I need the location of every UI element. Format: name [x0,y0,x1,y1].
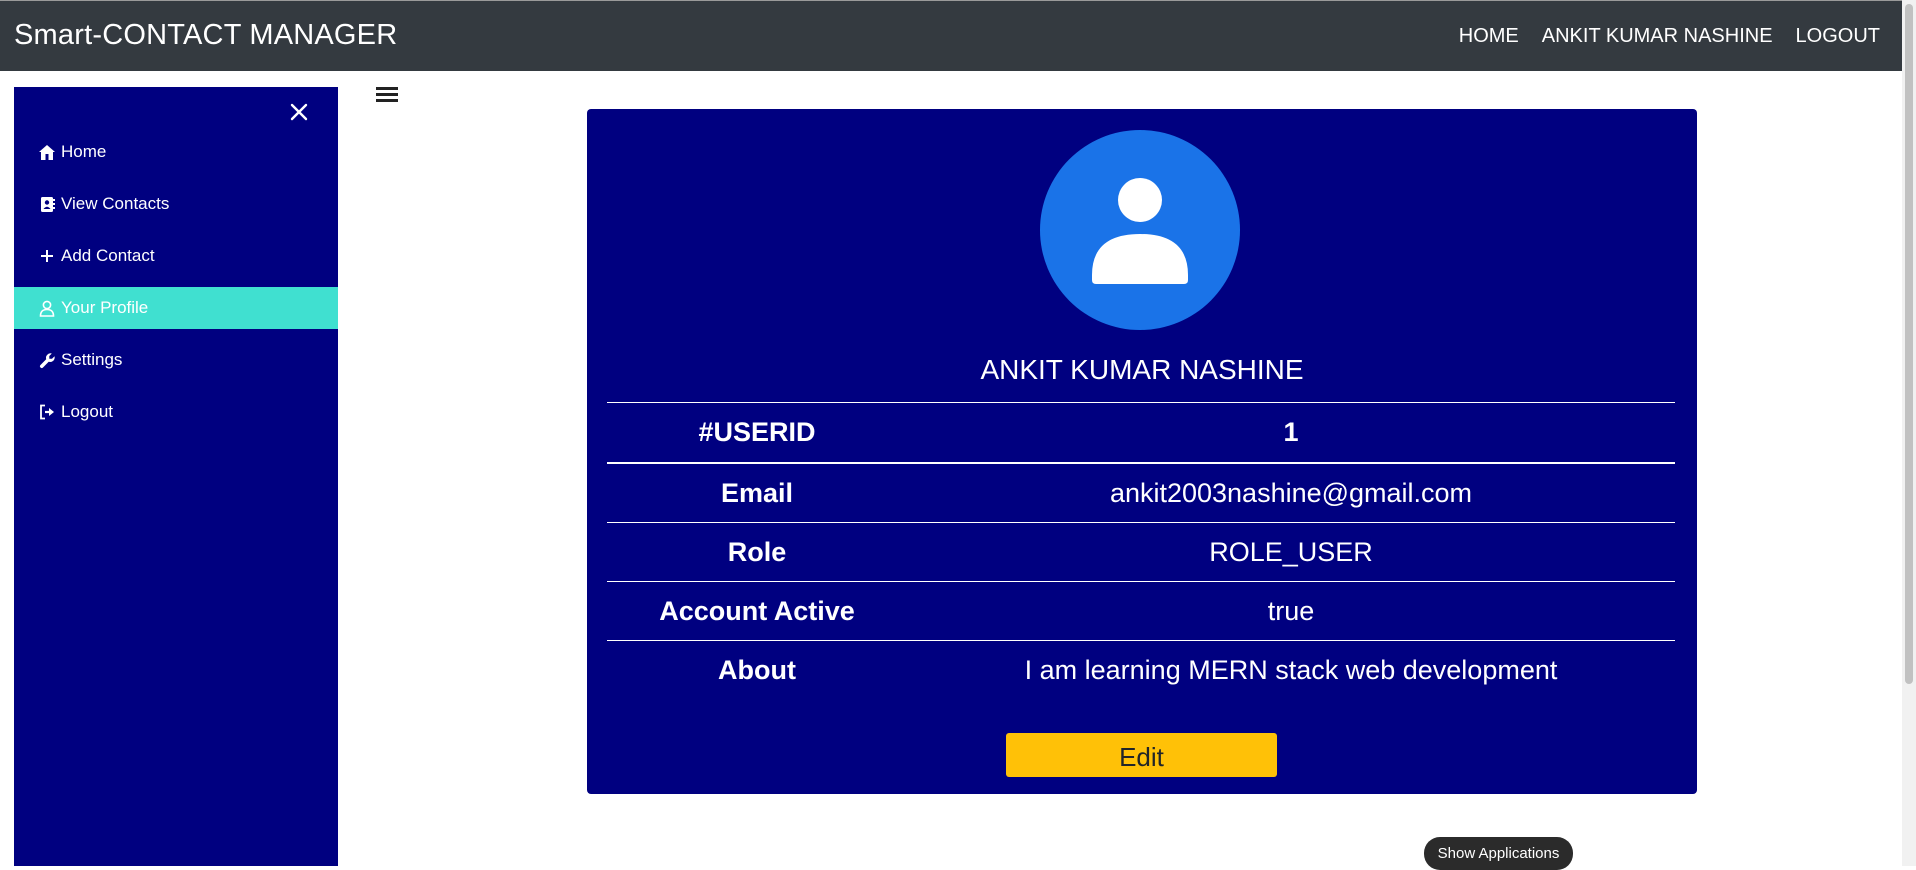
table-row: #USERID 1 [607,402,1675,464]
nav-link-home[interactable]: HOME [1459,25,1519,48]
home-icon [38,143,56,161]
row-key: About [718,654,796,685]
page-scrollbar[interactable] [1902,0,1916,866]
row-value: 1 [907,402,1675,464]
sidebar-item-label: View Contacts [61,194,170,213]
table-row: Email ankit2003nashine@gmail.com [607,463,1675,523]
plus-icon [38,247,56,265]
profile-card: ANKIT KUMAR NASHINE #USERID 1 Email anki… [587,109,1697,794]
row-value: true [907,581,1675,641]
nav-link-logout[interactable]: LOGOUT [1796,25,1880,48]
row-key: Email [607,463,907,523]
sidebar-item-logout[interactable]: Logout [14,391,338,433]
contacts-book-icon [38,195,56,213]
sidebar-item-your-profile[interactable]: Your Profile [14,287,338,329]
row-key: #USERID [607,402,907,464]
profile-details-table: #USERID 1 Email ankit2003nashine@gmail.c… [607,402,1675,699]
row-key: Role [607,522,907,582]
row-key: Account Active [607,581,907,641]
nav-link-user-name[interactable]: ANKIT KUMAR NASHINE [1542,25,1773,48]
show-applications-button[interactable]: Show Applications [1424,837,1573,870]
sidebar-item-view-contacts[interactable]: View Contacts [14,183,338,225]
logout-icon [38,403,56,421]
sidebar-item-label: Logout [61,402,113,421]
wrench-icon [38,351,56,369]
row-value: ankit2003nashine@gmail.com [907,463,1675,523]
edit-profile-button[interactable]: Edit [1006,733,1277,777]
app-brand[interactable]: Smart-CONTACT MANAGER [14,19,397,52]
table-row: About I am learning MERN stack web devel… [607,641,1675,700]
menu-toggle-icon[interactable] [376,84,398,104]
sidebar-item-label: Your Profile [61,298,149,317]
sidebar-item-label: Home [61,142,107,161]
profile-name: ANKIT KUMAR NASHINE [980,354,1304,385]
table-row: Account Active true [607,581,1675,641]
sidebar-item-home[interactable]: Home [14,131,338,173]
row-value: ROLE_USER [907,522,1675,582]
sidebar-item-label: Add Contact [61,246,155,265]
sidebar-item-label: Settings [61,350,123,369]
user-icon [38,299,56,317]
table-row: Role ROLE_USER [607,522,1675,582]
row-value: I am learning MERN stack web development [1024,654,1558,685]
close-icon[interactable] [284,97,314,127]
sidebar: Home View Contacts Add Contact Your Prof… [14,87,338,866]
avatar [1040,130,1240,330]
top-navbar: Smart-CONTACT MANAGER HOME ANKIT KUMAR N… [0,0,1902,71]
sidebar-item-settings[interactable]: Settings [14,339,338,381]
top-nav-links: HOME ANKIT KUMAR NASHINE LOGOUT [1459,25,1880,48]
sidebar-item-add-contact[interactable]: Add Contact [14,235,338,277]
scrollbar-thumb[interactable] [1905,4,1913,684]
